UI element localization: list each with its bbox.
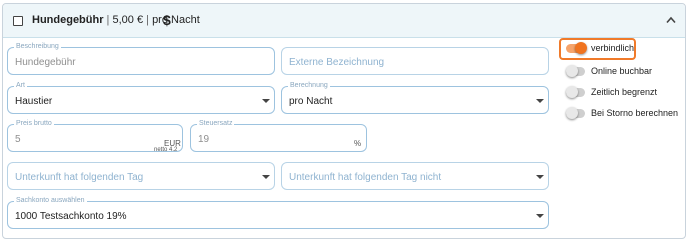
steuersatz-value: 19 <box>198 134 210 145</box>
toggle-knob <box>566 65 578 77</box>
panel-header[interactable]: Hundegebühr | 5,00 € | pro Nacht $ <box>3 4 685 38</box>
unterkunft-tag-placeholder: Unterkunft hat folgenden Tag <box>15 172 144 183</box>
caret-down-icon <box>536 175 544 179</box>
caret-down-icon <box>536 99 544 103</box>
externe-bezeichnung-field[interactable]: Externe Bezeichnung <box>281 47 549 75</box>
item-title: Hundegebühr <box>32 14 104 26</box>
berechnung-select[interactable]: Berechnung pro Nacht <box>281 81 549 114</box>
toggle-label: Bei Storno berechnen <box>591 108 679 118</box>
beschreibung-label: Beschreibung <box>14 42 61 51</box>
toggle-label: Zeitlich begrenzt <box>591 87 658 97</box>
dollar-icon: $ <box>163 12 171 28</box>
steuersatz-suffix: % <box>354 139 362 148</box>
unterkunft-tag-nicht-select[interactable]: Unterkunft hat folgenden Tag nicht <box>281 162 549 190</box>
art-select[interactable]: Art Haustier <box>7 81 275 114</box>
item-price: 5,00 € <box>112 14 144 26</box>
toggle-bei-storno-berechnen[interactable]: Bei Storno berechnen <box>566 106 686 122</box>
caret-down-icon <box>262 175 270 179</box>
caret-down-icon <box>536 214 544 218</box>
netto-hint: netto 4.2 <box>154 147 178 153</box>
sachkonto-select[interactable]: Sachkonto auswählen 1000 Testsachkonto 1… <box>7 196 549 229</box>
select-checkbox[interactable] <box>13 16 23 26</box>
toggle-online-buchbar[interactable]: Online buchbar <box>566 64 686 80</box>
toggle-knob <box>566 107 578 119</box>
berechnung-label: Berechnung <box>288 81 330 90</box>
preis-brutto-label: Preis brutto <box>14 119 54 128</box>
chevron-up-icon[interactable] <box>666 16 676 24</box>
beschreibung-value: Hundegebühr <box>15 57 76 68</box>
unterkunft-tag-nicht-placeholder: Unterkunft hat folgenden Tag nicht <box>289 172 442 183</box>
caret-down-icon <box>262 99 270 103</box>
art-label: Art <box>14 81 27 90</box>
toggle-zeitlich-begrenzt[interactable]: Zeitlich begrenzt <box>566 85 686 101</box>
preis-brutto-value: 5 <box>15 134 21 145</box>
steuersatz-field[interactable]: Steuersatz 19 % <box>190 119 367 152</box>
highlight-annotation <box>559 38 636 60</box>
beschreibung-field[interactable]: Beschreibung Hundegebühr <box>7 42 275 75</box>
sachkonto-label: Sachkonto auswählen <box>14 196 87 205</box>
sachkonto-value: 1000 Testsachkonto 19% <box>15 211 127 222</box>
unterkunft-tag-select[interactable]: Unterkunft hat folgenden Tag <box>7 162 275 190</box>
berechnung-value: pro Nacht <box>289 96 333 107</box>
externe-bezeichnung-placeholder: Externe Bezeichnung <box>289 57 385 68</box>
toggle-knob <box>566 86 578 98</box>
toggle-label: Online buchbar <box>591 66 653 76</box>
panel-title: Hundegebühr | 5,00 € | pro Nacht <box>32 14 200 26</box>
art-value: Haustier <box>15 96 53 107</box>
steuersatz-label: Steuersatz <box>197 119 235 128</box>
item-unit: pro Nacht <box>152 14 200 26</box>
preis-brutto-field[interactable]: Preis brutto 5 EUR netto 4.2 <box>7 119 183 153</box>
